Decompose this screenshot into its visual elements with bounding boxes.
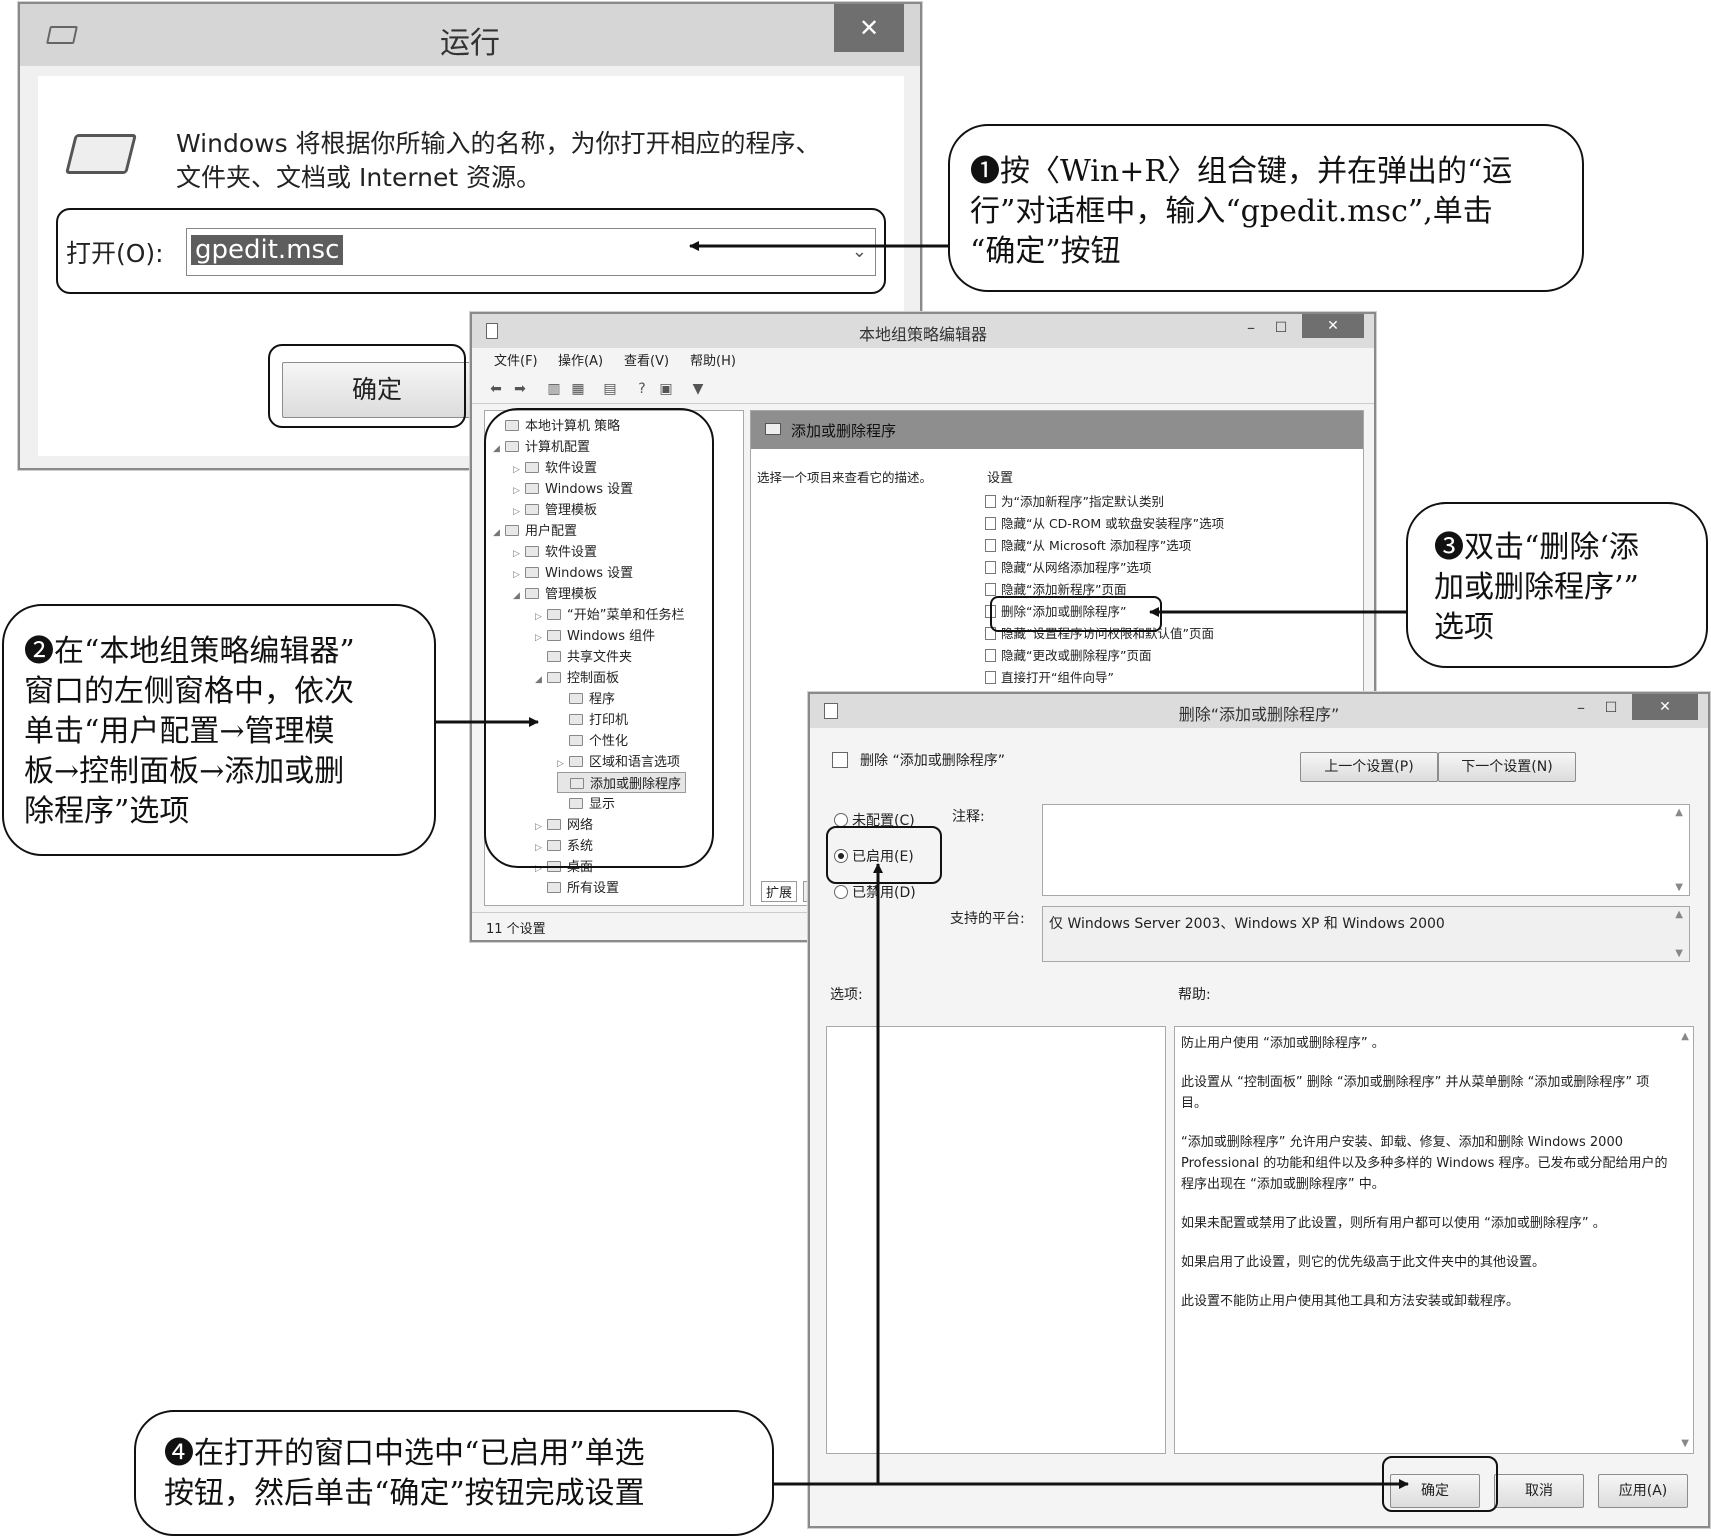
annotation-arrows: [436, 241, 1409, 1489]
